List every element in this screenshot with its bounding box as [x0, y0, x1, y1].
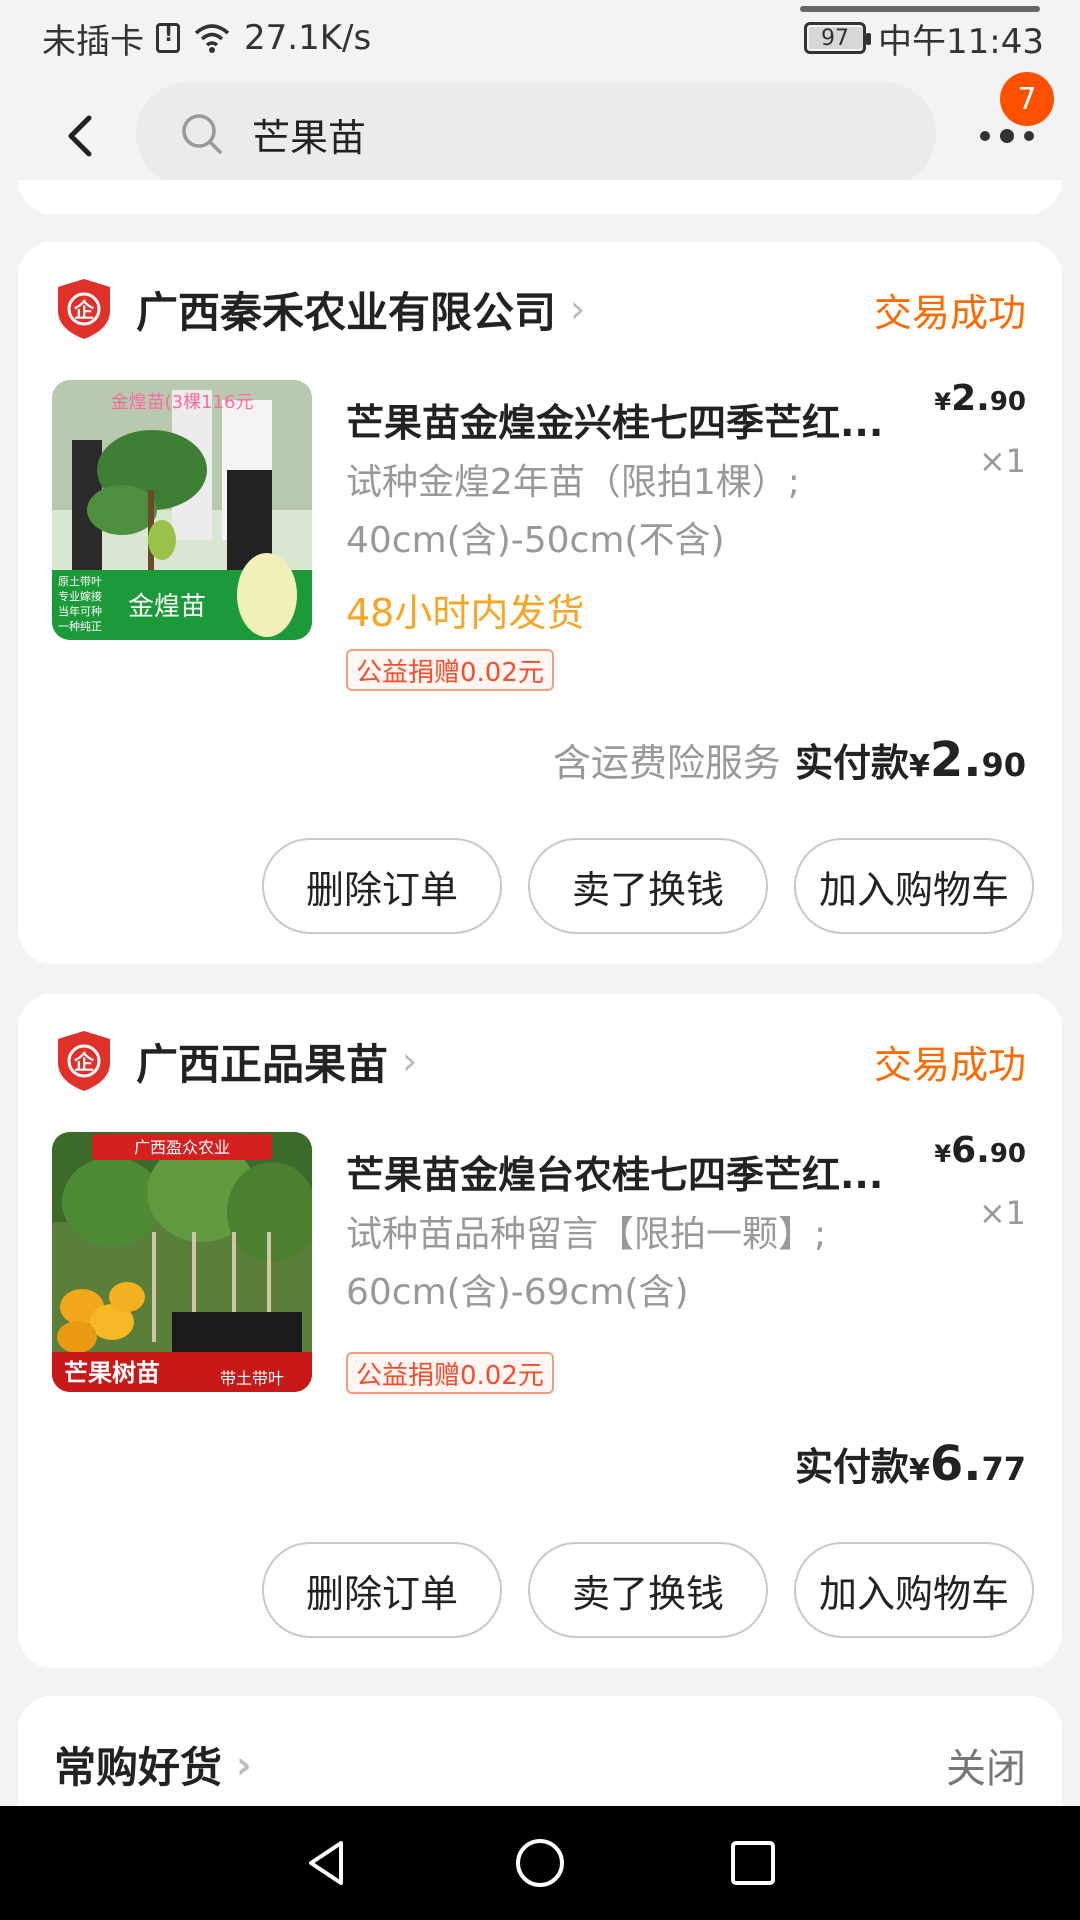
search-input[interactable]: 芒果苗	[136, 82, 936, 186]
clock: 中午11:43	[878, 21, 1044, 62]
svg-text:企: 企	[73, 1050, 95, 1074]
status-bar: 未插卡 27.1K/s 97 中午11:43	[0, 0, 1080, 76]
resell-button[interactable]: 卖了换钱	[528, 838, 768, 934]
previous-card-edge	[18, 180, 1062, 214]
paid-label: 实付款	[794, 741, 909, 785]
delete-order-button[interactable]: 删除订单	[262, 838, 502, 934]
svg-text:一种纯正: 一种纯正	[58, 619, 102, 633]
paid-amount: 6.	[929, 1436, 982, 1492]
product-spec: 试种金煌2年苗（限拍1棵）; 40cm(含)-50cm(不含)	[346, 454, 906, 570]
product-image[interactable]: 广西盈众农业 芒果树苗 带土带叶	[52, 1132, 312, 1392]
search-query: 芒果苗	[252, 115, 367, 160]
unit-price: ¥2.90	[934, 378, 1026, 419]
shop-header[interactable]: 企 广西秦禾农业有限公司 ›	[54, 274, 585, 344]
carrier-text: 未插卡	[42, 21, 144, 62]
order-actions: 删除订单 卖了换钱 加入购物车	[262, 1542, 1034, 1638]
spec-line-2: 40cm(含)-50cm(不含)	[346, 520, 725, 561]
charity-badge: 公益捐赠0.02元	[346, 649, 554, 691]
mango-tree-seedlings-photo: 广西盈众农业 芒果树苗 带土带叶	[52, 1132, 312, 1392]
enterprise-shield-icon: 企	[58, 1031, 110, 1091]
mango-seedling-photo: 金煌苗(3棵116元 金煌苗 原土带叶 专业嫁接 当年可种 一种纯正	[52, 380, 312, 640]
chevron-right-icon: ›	[570, 287, 586, 331]
wifi-icon	[194, 24, 230, 53]
more-dots-icon	[980, 129, 1034, 143]
spec-line-2: 60cm(含)-69cm(含)	[346, 1272, 689, 1313]
unit-price: ¥6.90	[934, 1130, 1026, 1171]
order-card: 企 广西秦禾农业有限公司 › 交易成功 金煌苗(3棵116元 金煌苗 原土带叶 …	[18, 242, 1062, 964]
recents-square-icon[interactable]	[727, 1837, 779, 1889]
insurance-note: 含运费险服务	[552, 741, 781, 785]
order-actions: 删除订单 卖了换钱 加入购物车	[262, 838, 1034, 934]
search-icon	[182, 114, 222, 154]
paid-amount-row: 实付款 ¥ 6. 77	[794, 1436, 1026, 1492]
navigation-bar: 芒果苗	[0, 76, 1080, 196]
paid-label: 实付款	[794, 1445, 909, 1489]
image-caption-top: 广西盈众农业	[134, 1138, 230, 1157]
network-speed: 27.1K/s	[244, 18, 372, 58]
resell-button[interactable]: 卖了换钱	[528, 1542, 768, 1638]
add-to-cart-button[interactable]: 加入购物车	[794, 838, 1034, 934]
chevron-left-icon	[68, 115, 92, 157]
order-card: 企 广西正品果苗 › 交易成功 广西盈众农业 芒果树苗 带土带叶 芒果苗金煌台农…	[18, 994, 1062, 1668]
spec-line-1: 试种苗品种留言【限拍一颗】;	[346, 1214, 827, 1255]
battery-icon: 97	[804, 22, 872, 54]
paid-amount-row: 含运费险服务 实付款 ¥ 2. 90	[552, 732, 1026, 788]
quantity: ×1	[978, 1194, 1026, 1232]
home-circle-icon[interactable]	[514, 1837, 566, 1889]
quantity: ×1	[978, 442, 1026, 480]
image-caption-bottom: 芒果树苗	[64, 1359, 160, 1387]
charity-badge: 公益捐赠0.02元	[346, 1352, 554, 1394]
order-status: 交易成功	[873, 1043, 1026, 1087]
shop-name: 广西秦禾农业有限公司	[136, 287, 557, 337]
order-status: 交易成功	[873, 291, 1026, 335]
svg-text:企: 企	[73, 298, 95, 322]
recommend-title: 常购好货	[54, 1743, 223, 1792]
back-button[interactable]	[50, 106, 110, 166]
svg-text:当年可种: 当年可种	[58, 604, 102, 618]
sim-alert-icon	[156, 22, 180, 53]
svg-text:原土带叶: 原土带叶	[58, 575, 102, 588]
close-button[interactable]: 关闭	[946, 1736, 1026, 1794]
delete-order-button[interactable]: 删除订单	[262, 1542, 502, 1638]
product-image[interactable]: 金煌苗(3棵116元 金煌苗 原土带叶 专业嫁接 当年可种 一种纯正	[52, 380, 312, 640]
system-navigation-bar	[0, 1806, 1080, 1920]
notification-badge: 7	[1000, 72, 1054, 126]
svg-text:专业嫁接: 专业嫁接	[58, 589, 102, 603]
image-caption-bottom: 金煌苗	[128, 592, 206, 622]
chevron-right-icon: ›	[402, 1039, 418, 1083]
back-triangle-icon[interactable]	[301, 1837, 353, 1889]
product-title[interactable]: 芒果苗金煌金兴桂七四季芒红...	[346, 392, 936, 447]
chevron-right-icon: ›	[236, 1742, 252, 1787]
shop-header[interactable]: 企 广西正品果苗 ›	[54, 1026, 417, 1096]
battery-level: 97	[821, 25, 850, 51]
shipping-note: 48小时内发货	[346, 591, 585, 635]
paid-amount: 2.	[929, 732, 982, 788]
spec-line-1: 试种金煌2年苗（限拍1棵）;	[346, 462, 800, 503]
shop-name: 广西正品果苗	[136, 1039, 389, 1089]
recommend-header[interactable]: 常购好货 ›	[54, 1734, 252, 1795]
image-caption-top: 金煌苗(3棵116元	[111, 392, 254, 413]
recommend-section: 常购好货 › 关闭	[18, 1696, 1062, 1816]
add-to-cart-button[interactable]: 加入购物车	[794, 1542, 1034, 1638]
product-title[interactable]: 芒果苗金煌台农桂七四季芒红...	[346, 1144, 936, 1199]
enterprise-shield-icon: 企	[58, 279, 110, 339]
svg-text:带土带叶: 带土带叶	[220, 1369, 284, 1388]
product-spec: 试种苗品种留言【限拍一颗】; 60cm(含)-69cm(含)	[346, 1206, 906, 1322]
